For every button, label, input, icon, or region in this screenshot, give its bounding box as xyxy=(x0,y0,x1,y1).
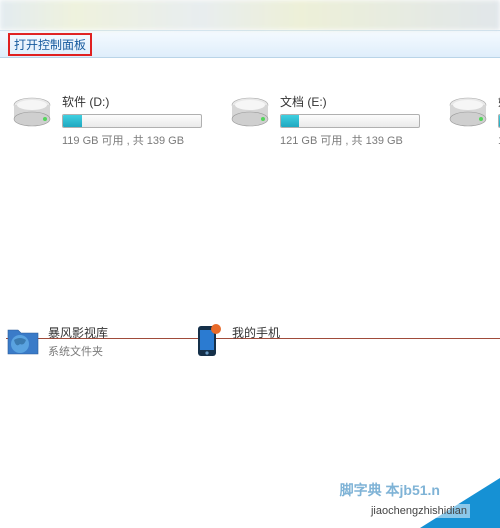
open-control-panel-link[interactable]: 打开控制面板 xyxy=(14,38,86,52)
device-name: 我的手机 xyxy=(232,324,280,341)
drives-section: 软件 (D:) 119 GB 可用 , 共 139 GB 文档 (E:) xyxy=(10,93,490,148)
drive-name: 文档 (E:) xyxy=(280,93,428,110)
other-items-section: 暴风影视库 系统文件夹 我的手机 xyxy=(6,324,500,359)
globe-folder-icon xyxy=(6,324,40,358)
explorer-content: 软件 (D:) 119 GB 可用 , 共 139 GB 文档 (E:) xyxy=(0,58,500,148)
hard-drive-icon xyxy=(10,93,54,129)
drive-item[interactable]: 娱乐 (F:) 106 GB 可用 xyxy=(446,93,500,148)
phone-icon xyxy=(190,324,224,358)
capacity-bar xyxy=(62,114,202,128)
capacity-fill xyxy=(281,115,299,127)
window-titlebar-blur xyxy=(0,0,500,30)
capacity-text: 121 GB 可用 , 共 139 GB xyxy=(280,132,428,148)
folder-item[interactable]: 暴风影视库 系统文件夹 xyxy=(6,324,108,359)
capacity-bar xyxy=(280,114,420,128)
hard-drive-icon xyxy=(446,93,490,129)
capacity-text: 119 GB 可用 , 共 139 GB xyxy=(62,132,210,148)
drive-info: 文档 (E:) 121 GB 可用 , 共 139 GB xyxy=(280,93,428,148)
watermark-url: jiaochengzhishidian xyxy=(368,504,470,518)
toolbar: 打开控制面板 xyxy=(0,30,500,58)
folder-type: 系统文件夹 xyxy=(48,343,108,359)
drive-info: 软件 (D:) 119 GB 可用 , 共 139 GB xyxy=(62,93,210,148)
folder-name: 暴风影视库 xyxy=(48,324,108,341)
hard-drive-icon xyxy=(228,93,272,129)
drive-name: 软件 (D:) xyxy=(62,93,210,110)
device-item[interactable]: 我的手机 xyxy=(190,324,280,359)
drive-item[interactable]: 文档 (E:) 121 GB 可用 , 共 139 GB xyxy=(228,93,428,148)
watermark-text: 脚字典 本jb51.n xyxy=(340,480,440,500)
folder-text: 暴风影视库 系统文件夹 xyxy=(48,324,108,359)
device-text: 我的手机 xyxy=(232,324,280,341)
capacity-fill xyxy=(63,115,82,127)
highlight-box: 打开控制面板 xyxy=(8,33,92,56)
watermark: 脚字典 本jb51.n jiaochengzhishidian xyxy=(300,458,500,528)
drive-item[interactable]: 软件 (D:) 119 GB 可用 , 共 139 GB xyxy=(10,93,210,148)
